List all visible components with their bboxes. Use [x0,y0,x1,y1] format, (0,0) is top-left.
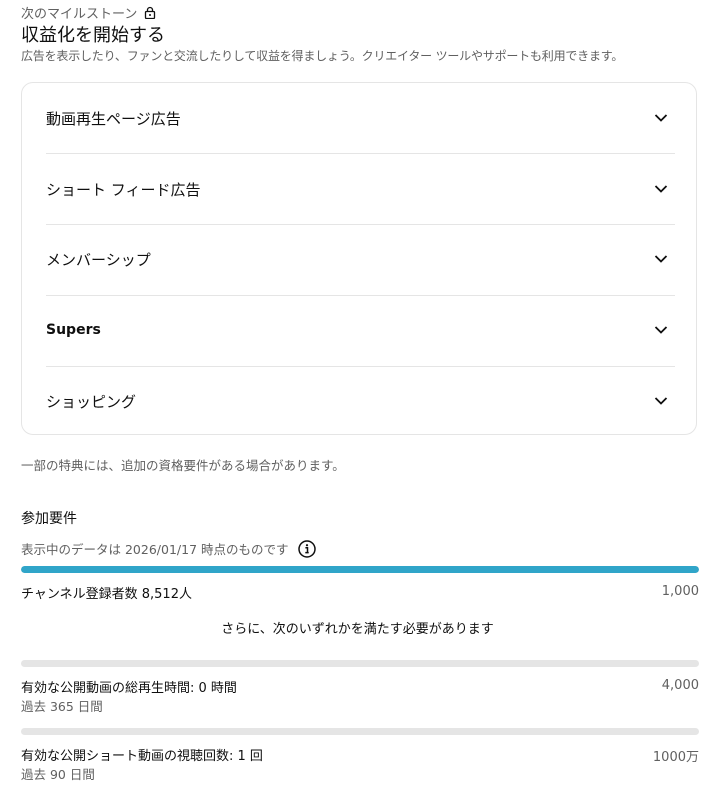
eligibility-note: 一部の特典には、追加の資格要件がある場合があります。 [21,458,345,473]
shorts-views-target: 1000万 [652,750,699,765]
chevron-down-icon [654,185,668,193]
data-timestamp-text: 表示中のデータは 2026/01/17 時点のものです [21,542,289,557]
additional-requirement-text: さらに、次のいずれかを満たす必要があります [221,622,494,637]
watch-hours-progress-bar [21,660,699,667]
next-milestone-label: 次のマイルストーン [21,3,156,22]
chevron-down-icon [654,397,668,405]
chevron-down-icon [654,326,668,334]
subscribers-progress-bar [21,566,699,573]
subscribers-progress-fill [21,566,699,573]
shorts-views-period: 過去 90 日間 [21,767,95,782]
info-icon[interactable] [297,539,316,558]
subscribers-target: 1,000 [661,584,699,599]
benefits-accordion: 動画再生ページ広告 ショート フィード広告 メンバーシップ Supers ショッ… [21,82,697,435]
watch-hours-metric: 有効な公開動画の総再生時間: 0 時間 [21,681,237,696]
shorts-views-metric: 有効な公開ショート動画の視聴回数: 1 回 [21,749,263,764]
watch-hours-target: 4,000 [661,678,699,693]
chevron-down-icon [654,114,668,122]
accordion-item-label: Supers [46,322,101,338]
accordion-item-shopping[interactable]: ショッピング [46,366,675,436]
data-timestamp: 表示中のデータは 2026/01/17 時点のものです [21,539,316,558]
accordion-item-watch-page-ads[interactable]: 動画再生ページ広告 [46,83,675,153]
accordion-item-label: ショッピング [46,392,137,411]
watch-hours-period: 過去 365 日間 [21,699,103,714]
shorts-views-progress-bar [21,728,699,735]
accordion-item-supers[interactable]: Supers [46,295,675,365]
accordion-item-label: ショート フィード広告 [46,180,201,199]
milestone-text: 次のマイルストーン [21,7,138,22]
accordion-item-label: メンバーシップ [46,250,151,269]
requirements-title: 参加要件 [21,511,77,527]
accordion-item-shorts-feed-ads[interactable]: ショート フィード広告 [46,154,675,224]
chevron-down-icon [654,255,668,263]
accordion-item-memberships[interactable]: メンバーシップ [46,224,675,294]
page-subtitle: 広告を表示したり、ファンと交流したりして収益を得ましょう。クリエイター ツールや… [21,49,624,63]
lock-icon [144,6,156,19]
page-title: 収益化を開始する [21,25,165,46]
subscribers-metric: チャンネル登録者数 8,512人 [21,587,192,602]
accordion-item-label: 動画再生ページ広告 [46,109,181,128]
